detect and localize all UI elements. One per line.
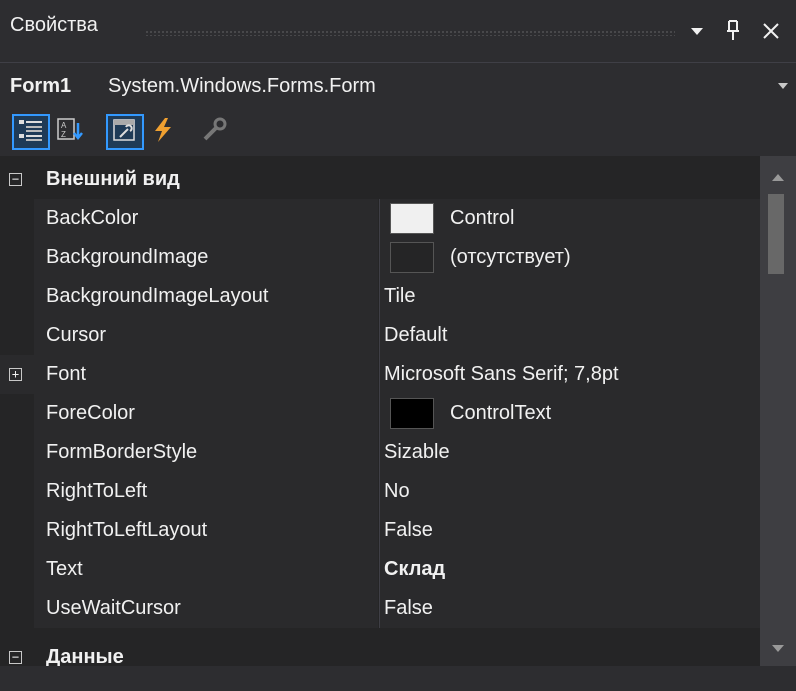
property-name: UseWaitCursor [46, 597, 181, 619]
property-row-text[interactable]: Text Склад [0, 550, 760, 589]
events-button[interactable] [144, 114, 182, 150]
property-value[interactable]: No [384, 472, 760, 511]
property-name: BackColor [46, 207, 139, 229]
property-pages-button[interactable] [196, 114, 234, 150]
property-name: RightToLeftLayout [46, 519, 208, 541]
property-value[interactable]: Control [450, 199, 750, 238]
property-pages-icon [201, 117, 229, 148]
close-icon[interactable] [760, 18, 782, 42]
property-row-formborderstyle[interactable]: FormBorderStyle Sizable [0, 433, 760, 472]
property-row-backcolor[interactable]: BackColor Control [0, 199, 760, 238]
categorized-icon [17, 117, 45, 148]
property-value[interactable]: Tile [384, 277, 760, 316]
titlebar-grip[interactable] [145, 30, 675, 36]
category-row-data[interactable]: − Данные [0, 638, 760, 666]
property-value[interactable]: Склад [384, 550, 760, 589]
property-value[interactable]: False [384, 511, 760, 550]
property-value[interactable]: False [384, 589, 760, 628]
category-label: Внешний вид [46, 168, 180, 190]
categorized-button[interactable] [12, 114, 50, 150]
property-name: Cursor [46, 324, 107, 346]
property-row-righttoleftlayout[interactable]: RightToLeftLayout False [0, 511, 760, 550]
property-name: RightToLeft [46, 480, 148, 502]
vertical-scrollbar[interactable] [760, 156, 796, 666]
property-value[interactable]: Sizable [384, 433, 760, 472]
pin-icon[interactable] [722, 18, 744, 42]
events-icon [149, 117, 177, 148]
property-row-righttoleft[interactable]: RightToLeft No [0, 472, 760, 511]
scroll-down-icon[interactable] [772, 645, 784, 652]
property-row-forecolor[interactable]: ForeColor ControlText [0, 394, 760, 433]
property-value[interactable]: (отсутствует) [450, 238, 750, 277]
property-row-backgroundimagelayout[interactable]: BackgroundImageLayout Tile [0, 277, 760, 316]
category-row-appearance[interactable]: − Внешний вид [0, 160, 760, 199]
property-row-cursor[interactable]: Cursor Default [0, 316, 760, 355]
property-name: Font [46, 363, 87, 385]
scroll-up-icon[interactable] [772, 174, 784, 181]
object-selector[interactable]: Form1 System.Windows.Forms.Form [0, 62, 796, 109]
property-value[interactable]: Microsoft Sans Serif; 7,8pt [384, 355, 760, 394]
properties-button[interactable] [106, 114, 144, 150]
property-name: FormBorderStyle [46, 441, 198, 463]
property-row-backgroundimage[interactable]: BackgroundImage (отсутствует) [0, 238, 760, 277]
property-value[interactable]: Default [384, 316, 760, 355]
object-type: System.Windows.Forms.Form [108, 75, 376, 97]
property-row-font[interactable]: + Font Microsoft Sans Serif; 7,8pt [0, 355, 760, 394]
property-value[interactable]: ControlText [450, 394, 750, 433]
expand-icon[interactable]: + [9, 368, 22, 381]
panel-title: Свойства [10, 14, 98, 36]
color-swatch [390, 203, 434, 234]
properties-icon [111, 117, 139, 148]
property-name: ForeColor [46, 402, 135, 424]
color-swatch [390, 398, 434, 429]
collapse-icon[interactable]: − [9, 173, 22, 186]
object-name: Form1 [10, 75, 72, 97]
alphabetical-icon: A Z [56, 117, 86, 148]
collapse-icon[interactable]: − [9, 651, 22, 664]
property-row-usewaitcursor[interactable]: UseWaitCursor False [0, 589, 760, 628]
description-pane [0, 666, 796, 691]
alphabetical-button[interactable]: A Z [52, 114, 90, 150]
property-name: BackgroundImage [46, 246, 209, 268]
properties-toolbar: A Z [0, 108, 796, 156]
svg-text:A: A [61, 121, 67, 130]
scroll-thumb[interactable] [768, 194, 784, 274]
property-name: BackgroundImageLayout [46, 285, 269, 307]
category-label: Данные [46, 646, 124, 666]
property-name: Text [46, 558, 83, 580]
property-grid: − Внешний вид BackColor Control Backgrou… [0, 156, 760, 666]
properties-panel-titlebar: Свойства [0, 0, 796, 62]
svg-text:Z: Z [61, 130, 66, 139]
chevron-down-icon[interactable] [778, 83, 788, 89]
dropdown-arrow-icon[interactable] [686, 18, 708, 42]
image-swatch [390, 242, 434, 273]
